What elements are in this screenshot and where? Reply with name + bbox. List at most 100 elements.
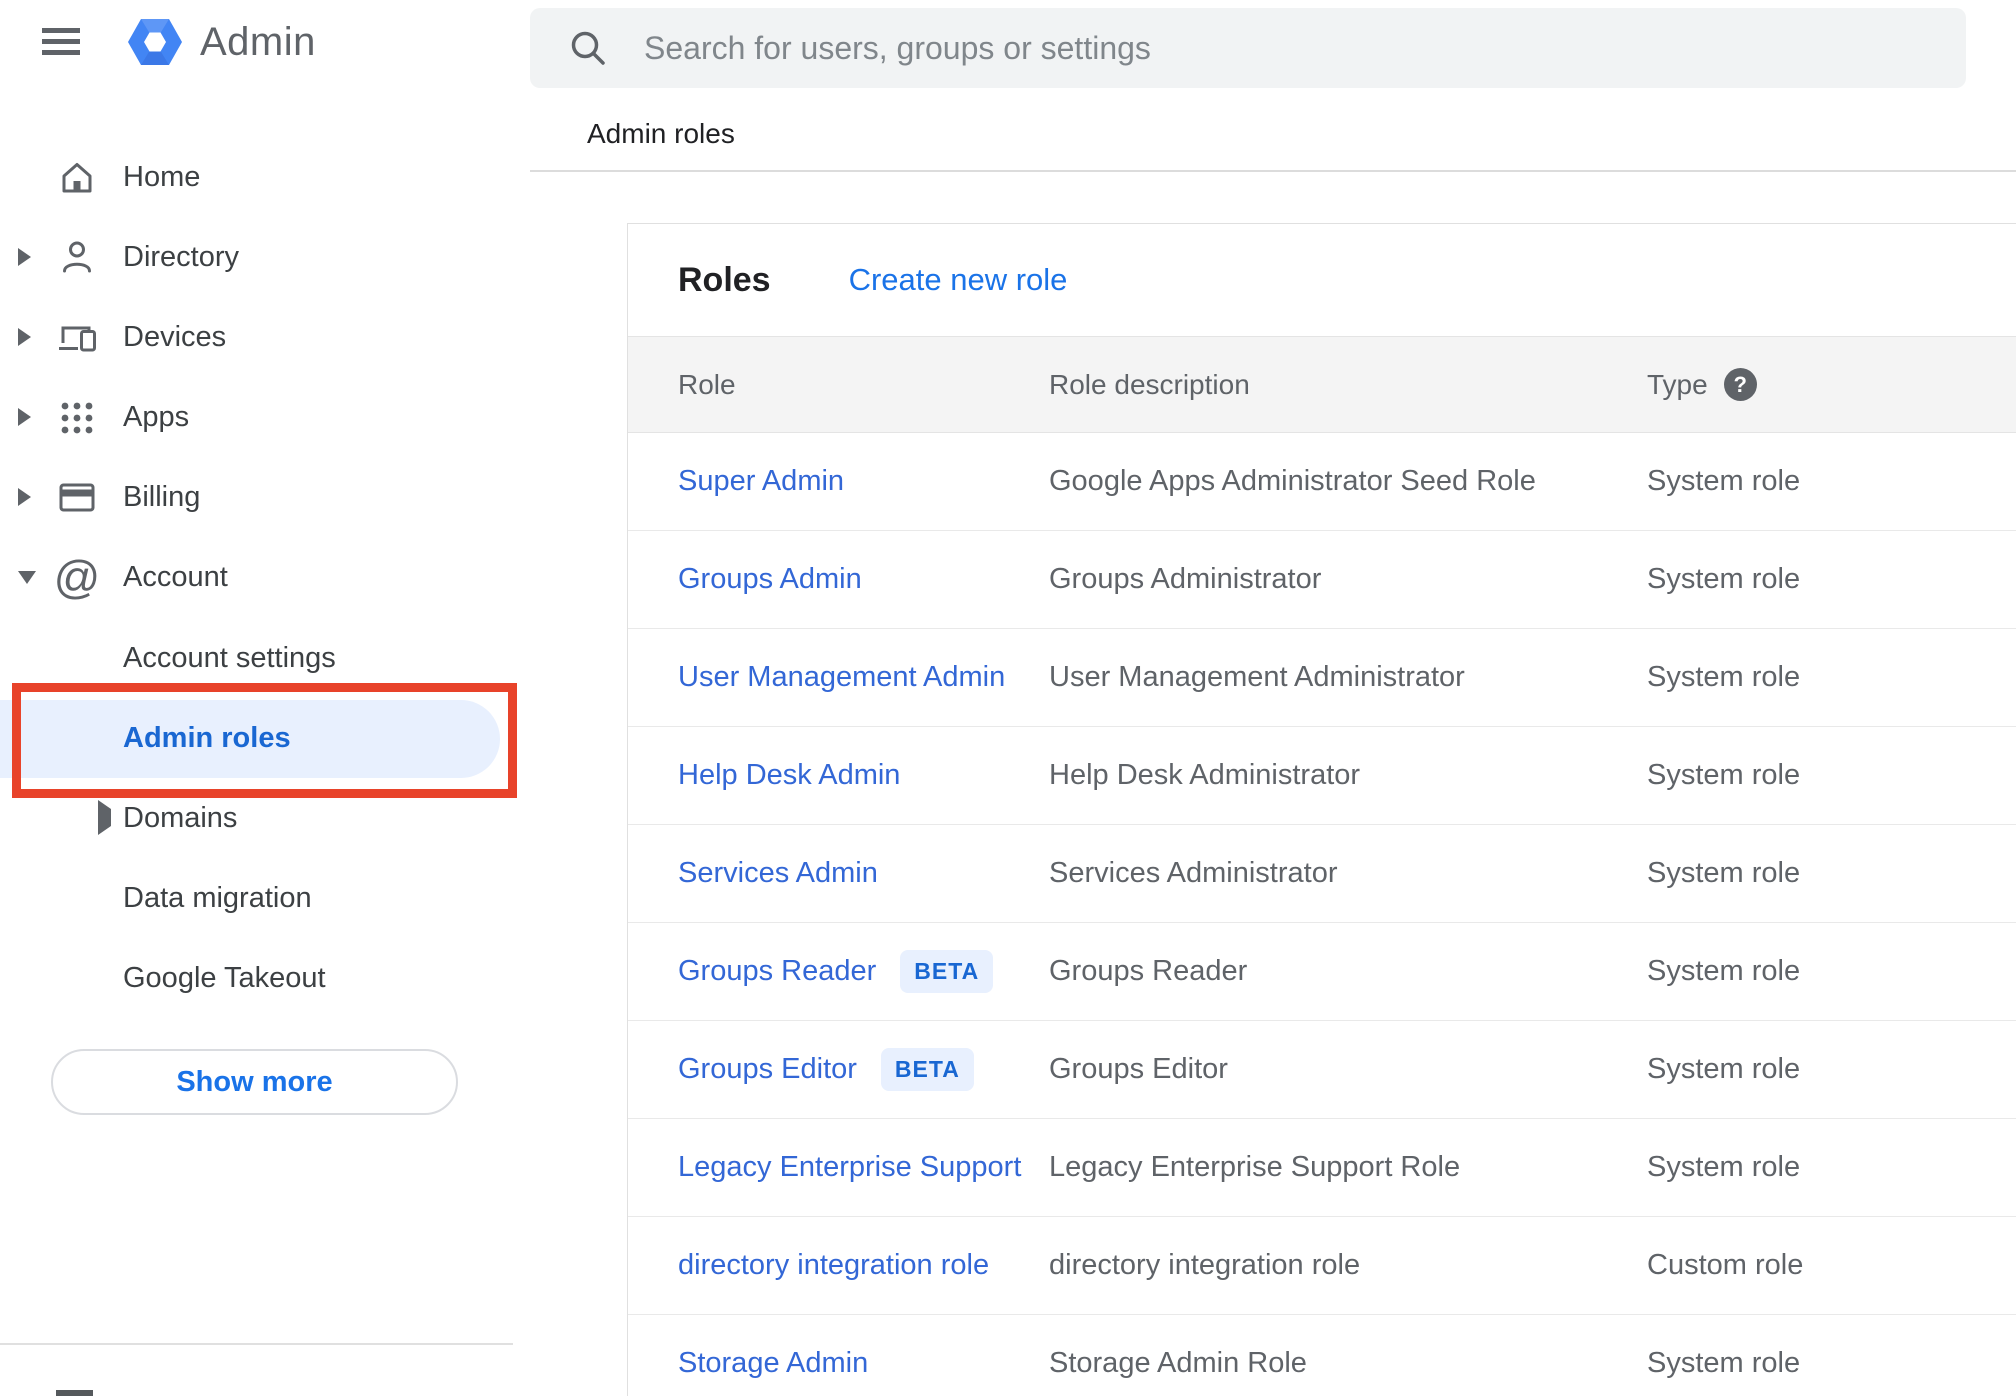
search-input[interactable] [644, 29, 1966, 67]
role-cell: Groups Editor BETA [678, 1021, 974, 1118]
sidebar-item-label: Admin roles [123, 721, 291, 754]
role-link[interactable]: Super Admin [678, 465, 844, 498]
sidebar-item-data-migration[interactable]: Data migration [0, 858, 531, 938]
sidebar-item-label: Directory [123, 240, 240, 273]
create-new-role-link[interactable]: Create new role [849, 262, 1068, 298]
roles-panel: Roles Create new role Role Role descript… [627, 223, 2016, 1396]
sidebar: Admin Home Directory Devices Apps Billin… [0, 0, 531, 1396]
role-cell: Groups Admin [678, 531, 862, 628]
search-icon [566, 26, 610, 70]
role-description: Google Apps Administrator Seed Role [1049, 465, 1536, 497]
menu-bar [42, 28, 80, 33]
roles-panel-header: Roles Create new role [628, 224, 2016, 336]
sidebar-item-account[interactable]: @ Account [0, 537, 531, 617]
role-link[interactable]: Groups Editor [678, 1053, 857, 1086]
role-link[interactable]: Storage Admin [678, 1347, 868, 1380]
role-cell: directory integration role [678, 1217, 989, 1314]
devices-icon [55, 315, 99, 359]
role-type: System role [1647, 857, 1801, 889]
role-type: System role [1647, 759, 1801, 791]
menu-bar [42, 50, 80, 55]
expand-arrow-icon[interactable] [18, 328, 38, 346]
panel-title: Roles [678, 260, 771, 299]
role-description: Groups Administrator [1049, 563, 1322, 595]
beta-badge: BETA [880, 1048, 974, 1091]
sidebar-item-label: Account settings [123, 641, 336, 674]
table-row: Help Desk Admin Help Desk Administrator … [628, 727, 2016, 825]
table-header-row: Role Role description Type ? [628, 336, 2016, 433]
sidebar-item-label: Apps [123, 400, 190, 433]
role-link[interactable]: Legacy Enterprise Support [678, 1151, 1021, 1184]
admin-hexagon-icon [128, 19, 182, 65]
role-cell: Legacy Enterprise Support [678, 1119, 1021, 1216]
google-admin-console: Admin Home Directory Devices Apps Billin… [0, 0, 2016, 1396]
role-type: System role [1647, 1151, 1801, 1183]
sidebar-item-directory[interactable]: Directory [0, 217, 531, 297]
billing-card-icon [55, 475, 99, 519]
table-row: Groups Editor BETA Groups Editor System … [628, 1021, 2016, 1119]
show-more-button[interactable]: Show more [51, 1049, 458, 1115]
home-icon [55, 155, 99, 199]
role-description: directory integration role [1049, 1249, 1361, 1281]
role-type: Custom role [1647, 1249, 1804, 1281]
role-cell: Groups Reader BETA [678, 923, 994, 1020]
search-bar[interactable] [530, 8, 1966, 88]
role-cell: Help Desk Admin [678, 727, 900, 824]
role-cell: Services Admin [678, 825, 878, 922]
role-type: System role [1647, 955, 1801, 987]
admin-logo[interactable]: Admin [126, 15, 316, 69]
sidebar-item-billing[interactable]: Billing [0, 457, 531, 537]
role-link[interactable]: Services Admin [678, 857, 878, 890]
at-sign-icon: @ [53, 551, 101, 603]
role-cell: Storage Admin [678, 1315, 868, 1396]
role-type: System role [1647, 661, 1801, 693]
sidebar-item-apps[interactable]: Apps [0, 377, 531, 457]
table-row: User Management Admin User Management Ad… [628, 629, 2016, 727]
expand-arrow-icon[interactable] [18, 408, 38, 426]
sidebar-header: Admin [0, 0, 531, 90]
sidebar-item-label: Billing [123, 480, 201, 513]
sidebar-item-domains[interactable]: Domains [0, 778, 531, 858]
account-subnav: Account settings Admin roles Domains Dat… [0, 618, 531, 1018]
help-icon[interactable]: ? [1723, 368, 1757, 401]
table-row: Legacy Enterprise Support Legacy Enterpr… [628, 1119, 2016, 1217]
sidebar-item-label: Home [123, 160, 201, 193]
sidebar-item-account-settings[interactable]: Account settings [0, 618, 531, 698]
role-cell: Super Admin [678, 433, 844, 530]
column-header-type: Type ? [1647, 337, 1757, 432]
sidebar-item-home[interactable]: Home [0, 137, 531, 217]
sidebar-item-label: Google Takeout [123, 961, 326, 994]
sidebar-item-label: Account [123, 560, 228, 593]
sidebar-divider [0, 1343, 513, 1345]
role-type: System role [1647, 465, 1801, 497]
role-type: System role [1647, 563, 1801, 595]
role-link[interactable]: directory integration role [678, 1249, 989, 1282]
role-link[interactable]: Groups Admin [678, 563, 862, 596]
sidebar-item-label: Data migration [123, 881, 312, 914]
expand-arrow-icon[interactable] [98, 800, 111, 835]
sidebar-item-devices[interactable]: Devices [0, 297, 531, 377]
beta-badge: BETA [900, 950, 994, 993]
sidebar-item-admin-roles[interactable]: Admin roles [0, 698, 531, 778]
menu-icon[interactable] [42, 28, 80, 55]
breadcrumb: Admin roles [587, 118, 735, 149]
collapse-arrow-icon[interactable] [18, 570, 38, 584]
table-row: Groups Admin Groups Administrator System… [628, 531, 2016, 629]
table-row: Storage Admin Storage Admin Role System … [628, 1315, 2016, 1396]
sidebar-item-google-takeout[interactable]: Google Takeout [0, 938, 531, 1018]
role-description: Groups Reader [1049, 955, 1248, 987]
role-description: Services Administrator [1049, 857, 1338, 889]
column-header-role: Role [678, 368, 736, 400]
role-description: User Management Administrator [1049, 661, 1465, 693]
column-header-type-label: Type [1647, 368, 1708, 400]
role-description: Groups Editor [1049, 1053, 1228, 1085]
expand-arrow-icon[interactable] [18, 488, 38, 506]
table-row: Super Admin Google Apps Administrator Se… [628, 433, 2016, 531]
role-link[interactable]: Groups Reader [678, 955, 876, 988]
expand-arrow-icon[interactable] [18, 248, 38, 266]
sidebar-nav: Home Directory Devices Apps Billing @ Ac… [0, 137, 531, 617]
sidebar-item-label: Devices [123, 320, 227, 353]
role-link[interactable]: User Management Admin [678, 661, 1005, 694]
sidebar-item-label: Domains [123, 801, 238, 834]
role-link[interactable]: Help Desk Admin [678, 759, 900, 792]
